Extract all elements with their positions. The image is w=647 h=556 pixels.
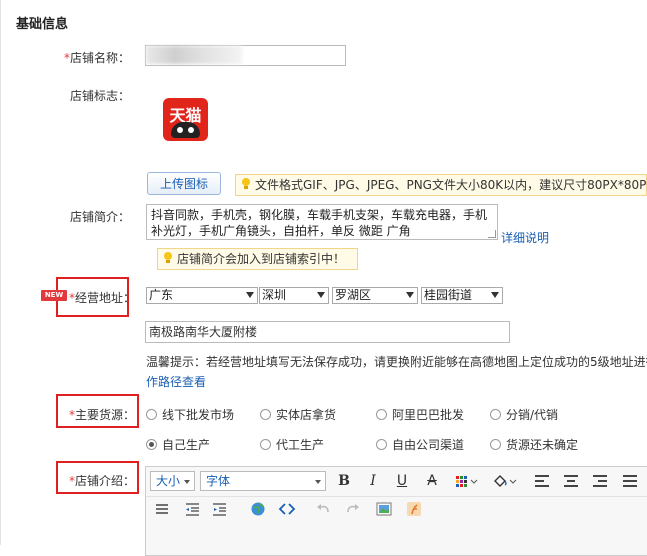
list-button[interactable] [152,499,172,519]
insert-flash-button[interactable] [404,499,424,519]
address-detail-input[interactable]: 南极路南华大厦附楼 [145,321,510,343]
source-code-button[interactable] [277,499,297,519]
upload-icon-button[interactable]: 上传图标 [147,172,221,195]
detail-link[interactable]: 详细说明 [501,229,549,246]
supply-option-own-channel[interactable]: 自由公司渠道 [376,436,464,453]
street-select[interactable]: 桂园街道 [421,287,503,304]
radio-icon[interactable] [146,409,157,420]
supply-option-undecided[interactable]: 货源还未确定 [490,436,578,453]
chevron-down-icon [406,292,414,298]
supply-option-wholesale-market[interactable]: 线下批发市场 [146,406,234,423]
strikethrough-button[interactable]: A [422,471,442,491]
paint-bucket-icon [494,475,517,487]
supply-option-store[interactable]: 实体店拿货 [260,406,336,423]
indent-button[interactable] [210,499,230,519]
toolbar-divider [146,496,647,497]
image-icon [376,502,392,516]
store-logo-label: 店铺标志： [69,89,130,103]
italic-button[interactable]: I [363,471,383,491]
province-select[interactable]: 广东 [146,287,258,304]
upload-tip: 文件格式GIF、JPG、JPEG、PNG文件大小80K以内，建议尺寸80PX*8… [235,174,647,196]
supply-option-alibaba[interactable]: 阿里巴巴批发 [376,406,464,423]
radio-icon[interactable] [260,409,271,420]
cat-face-icon [171,122,200,138]
align-left-button[interactable] [532,471,552,491]
store-intro-textarea[interactable]: 抖音同款，手机壳，钢化膜，车载手机支架，车载充电器，手机 补光灯，手机广角镜头，… [146,204,498,240]
hint-link[interactable]: 作路径查看 [146,373,206,390]
insert-image-button[interactable] [374,499,394,519]
insert-link-button[interactable] [248,499,268,519]
bulb-icon [241,178,251,190]
radio-icon[interactable] [376,439,387,450]
intro-line-2: 补光灯，手机广角镜头，自拍杆，单反 微距 广角 [151,224,411,238]
align-center-icon [564,475,578,487]
align-center-button[interactable] [561,471,581,491]
underline-button[interactable]: U [392,471,412,491]
redo-icon [347,504,359,513]
store-name-redacted [146,46,242,64]
upload-tip-text: 文件格式GIF、JPG、JPEG、PNG文件大小80K以内，建议尺寸80PX*8… [255,178,647,192]
redo-button[interactable] [342,499,362,519]
chevron-down-icon [317,292,325,298]
section-title: 基础信息 [16,17,69,32]
undo-icon [317,504,329,513]
font-family-select[interactable]: 字体 [200,471,326,491]
intro-line-1: 抖音同款，手机壳，钢化膜，车载手机支架，车载充电器，手机 [151,208,488,222]
district-select[interactable]: 罗湖区 [332,287,418,304]
tmall-logo: 天猫 [163,98,208,141]
list-icon [156,504,168,514]
radio-selected-icon[interactable] [146,439,157,450]
radio-icon[interactable] [260,439,271,450]
store-intro-label: 店铺简介： [69,210,130,224]
cat-eye-left [177,127,183,133]
address-label: *经营地址： [69,291,136,305]
store-name-label: *店铺名称： [63,51,130,65]
radio-icon[interactable] [376,409,387,420]
new-badge: NEW [41,290,67,301]
supply-option-self-produced[interactable]: 自己生产 [146,436,210,453]
chevron-down-icon [315,480,321,484]
chevron-down-icon [184,480,190,484]
globe-link-icon [251,502,265,516]
bulb-icon [163,252,173,264]
outdent-icon [186,503,199,516]
intro-label: *店铺介绍： [69,474,136,488]
city-select[interactable]: 深圳 [259,287,329,304]
align-left-icon [535,475,549,487]
justify-button[interactable] [620,471,640,491]
flash-icon [407,502,421,516]
align-right-button[interactable] [590,471,610,491]
background-color-button[interactable] [491,471,517,491]
chevron-down-icon [246,292,254,298]
supply-label: *主要货源： [69,408,136,422]
color-grid-icon [456,476,478,487]
indent-icon [213,503,226,516]
text-color-button[interactable] [453,471,479,491]
intro-tip-text: 店铺简介会加入到店铺索引中！ [177,252,346,266]
intro-tip: 店铺简介会加入到店铺索引中！ [157,248,358,270]
bold-button[interactable]: B [334,471,354,491]
resize-handle[interactable] [488,230,496,238]
radio-icon[interactable] [490,409,501,420]
outdent-button[interactable] [182,499,202,519]
rich-text-editor: 大小 字体 B I U A [145,466,647,556]
align-right-icon [593,475,607,487]
undo-button[interactable] [314,499,334,519]
supply-option-distribution[interactable]: 分销/代销 [490,406,558,423]
font-size-select[interactable]: 大小 [150,471,195,491]
cat-eye-right [188,127,194,133]
code-icon [278,503,296,515]
chevron-down-icon [491,292,499,298]
address-hint: 温馨提示：若经营地址填写无法保存成功，请更换附近能够在高德地图上定位成功的5级地… [146,355,647,369]
radio-icon[interactable] [490,439,501,450]
supply-option-oem[interactable]: 代工生产 [260,436,324,453]
justify-icon [623,475,637,487]
left-border [0,0,1,545]
